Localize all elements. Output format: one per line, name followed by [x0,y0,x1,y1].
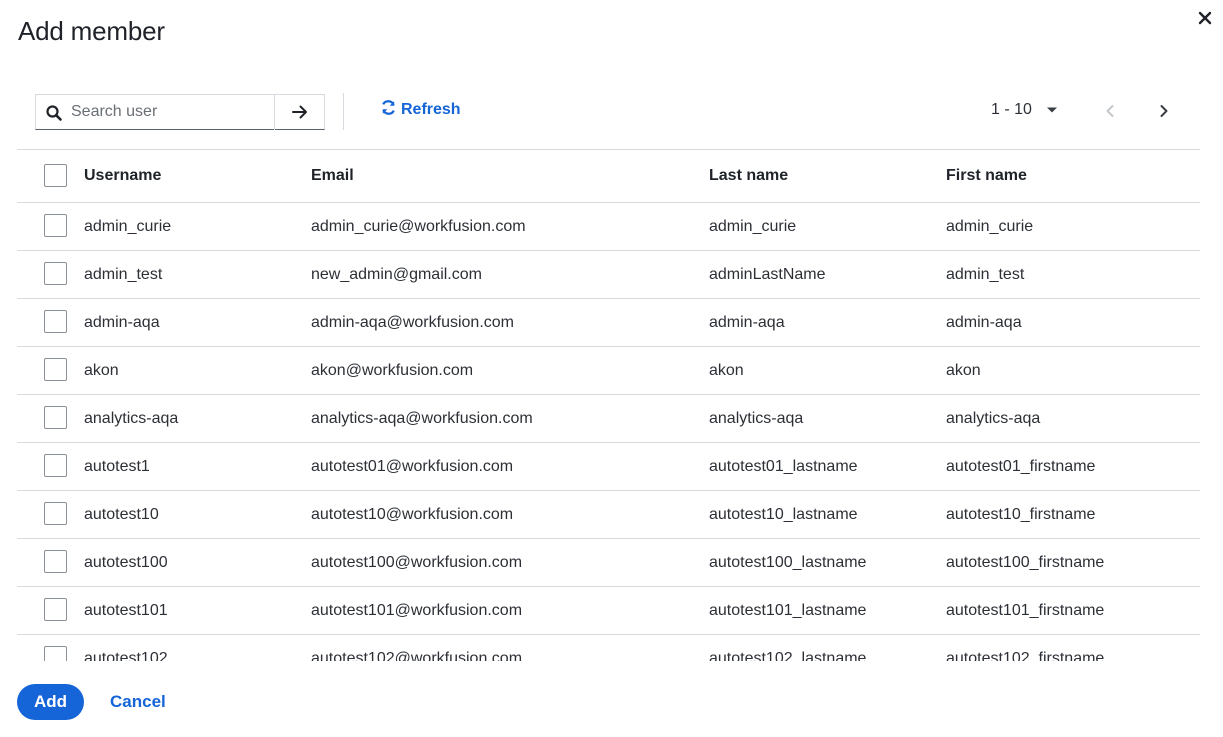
page-range-select[interactable]: 1 - 10 [991,101,1058,119]
table-row[interactable]: admin_curie admin_curie@workfusion.com a… [17,203,1200,251]
cell-email: analytics-aqa@workfusion.com [311,409,533,427]
arrow-right-icon [292,105,307,119]
cell-last-name: adminLastName [709,265,826,283]
row-checkbox[interactable] [44,406,67,429]
cell-last-name: autotest102_lastname [709,649,867,662]
cell-last-name: akon [709,361,744,379]
chevron-right-icon[interactable] [1154,101,1174,121]
cell-email: akon@workfusion.com [311,361,474,379]
row-checkbox[interactable] [44,262,67,285]
cell-username: akon [84,361,119,379]
cell-first-name: autotest100_firstname [946,553,1105,571]
row-checkbox[interactable] [44,310,67,333]
cell-username: autotest100 [84,553,168,571]
table-header: Username Email Last name First name [17,150,1200,203]
column-header-username[interactable]: Username [84,167,161,185]
cell-last-name: autotest10_lastname [709,505,858,523]
refresh-button[interactable]: Refresh [380,100,461,120]
cancel-button[interactable]: Cancel [110,692,166,712]
cell-first-name: autotest10_firstname [946,505,1096,523]
row-checkbox[interactable] [44,502,67,525]
chevron-left-icon[interactable] [1100,101,1120,121]
table-row[interactable]: admin_test new_admin@gmail.com adminLast… [17,251,1200,299]
add-member-dialog: Add member Refresh 1 - 10 Username [0,0,1223,737]
cell-username: autotest10 [84,505,159,523]
cell-first-name: autotest101_firstname [946,601,1105,619]
column-header-last-name[interactable]: Last name [709,167,788,185]
cell-first-name: admin-aqa [946,313,1022,331]
table-row[interactable]: autotest101 autotest101@workfusion.com a… [17,587,1200,635]
dialog-title: Add member [18,16,165,46]
table-row[interactable]: admin-aqa admin-aqa@workfusion.com admin… [17,299,1200,347]
cell-email: admin_curie@workfusion.com [311,217,526,235]
row-checkbox[interactable] [44,358,67,381]
table-row[interactable]: autotest100 autotest100@workfusion.com a… [17,539,1200,587]
cell-email: autotest10@workfusion.com [311,505,514,523]
cell-username: admin-aqa [84,313,160,331]
cell-username: admin_curie [84,217,172,235]
cell-email: autotest102@workfusion.com [311,649,523,662]
cell-email: autotest01@workfusion.com [311,457,514,475]
users-table: Username Email Last name First name admi… [17,149,1200,661]
caret-down-icon [1046,101,1058,119]
cell-last-name: autotest101_lastname [709,601,867,619]
cell-first-name: autotest01_firstname [946,457,1096,475]
cell-first-name: analytics-aqa [946,409,1041,427]
row-checkbox[interactable] [44,646,67,661]
cell-last-name: autotest100_lastname [709,553,867,571]
page-range-label: 1 - 10 [991,101,1032,118]
column-header-first-name[interactable]: First name [946,167,1027,185]
row-checkbox[interactable] [44,550,67,573]
search-icon [45,104,63,122]
search-input[interactable] [71,95,274,129]
refresh-label: Refresh [401,101,461,118]
column-header-email[interactable]: Email [311,167,354,185]
close-icon[interactable] [1196,9,1214,27]
row-checkbox[interactable] [44,598,67,621]
cell-email: admin-aqa@workfusion.com [311,313,514,331]
cell-username: autotest102 [84,649,168,662]
row-checkbox[interactable] [44,214,67,237]
refresh-icon [380,99,397,121]
cell-last-name: analytics-aqa [709,409,804,427]
row-checkbox[interactable] [44,454,67,477]
cell-email: autotest101@workfusion.com [311,601,523,619]
cell-last-name: autotest01_lastname [709,457,858,475]
cell-first-name: admin_curie [946,217,1034,235]
cell-username: admin_test [84,265,163,283]
cell-first-name: autotest102_firstname [946,649,1105,662]
table-row[interactable]: autotest1 autotest01@workfusion.com auto… [17,443,1200,491]
toolbar-divider [343,93,344,130]
cell-email: new_admin@gmail.com [311,265,482,283]
cell-first-name: akon [946,361,981,379]
select-all-checkbox[interactable] [44,164,67,187]
table-row[interactable]: autotest102 autotest102@workfusion.com a… [17,635,1200,661]
cell-last-name: admin-aqa [709,313,785,331]
cell-username: autotest101 [84,601,168,619]
add-button[interactable]: Add [17,684,84,720]
search-box [35,94,325,130]
table-row[interactable]: analytics-aqa analytics-aqa@workfusion.c… [17,395,1200,443]
cell-last-name: admin_curie [709,217,797,235]
cell-username: analytics-aqa [84,409,179,427]
table-row[interactable]: autotest10 autotest10@workfusion.com aut… [17,491,1200,539]
cell-email: autotest100@workfusion.com [311,553,523,571]
cell-username: autotest1 [84,457,150,475]
table-row[interactable]: akon akon@workfusion.com akon akon [17,347,1200,395]
cell-first-name: admin_test [946,265,1025,283]
search-submit-button[interactable] [274,94,325,130]
